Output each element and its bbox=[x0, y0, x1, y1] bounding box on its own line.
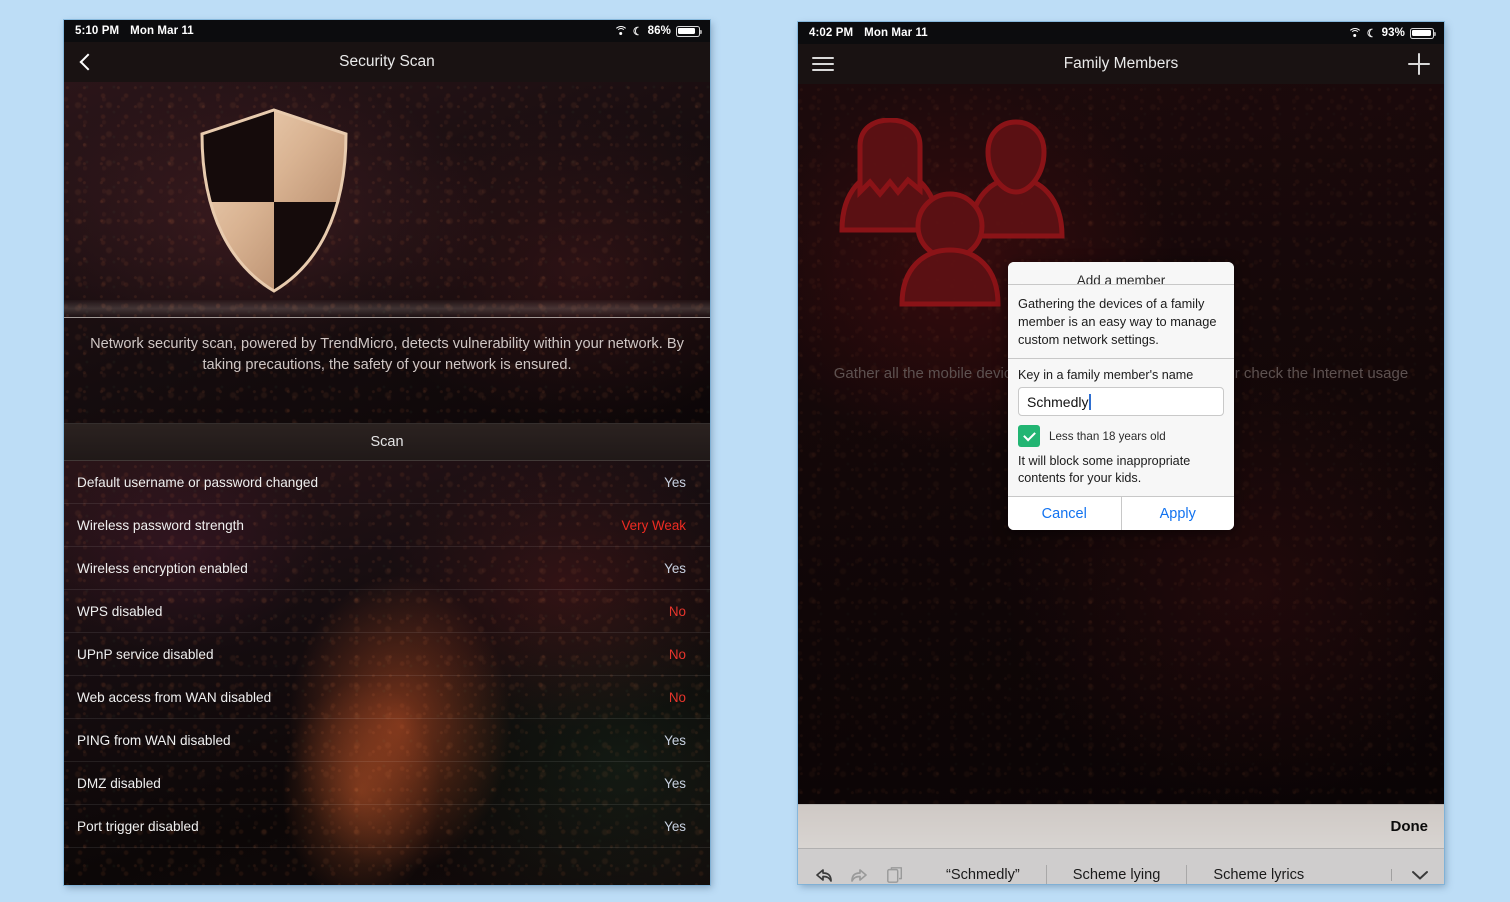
done-button[interactable]: Done bbox=[1391, 818, 1429, 835]
moon-icon: ☾ bbox=[632, 25, 643, 38]
scan-label: Wireless encryption enabled bbox=[77, 560, 248, 576]
keyboard-suggestion-bar: “Schmedly” Scheme lying Scheme lyrics bbox=[798, 848, 1444, 884]
wifi-icon bbox=[613, 25, 628, 37]
scan-value: Yes bbox=[664, 732, 686, 748]
scan-value: Very Weak bbox=[621, 517, 686, 533]
scan-value: Yes bbox=[664, 474, 686, 490]
name-input-wrapper: Schmedly bbox=[1008, 387, 1234, 425]
scan-line bbox=[64, 300, 710, 318]
scan-value: No bbox=[668, 689, 686, 705]
scan-section-header: Scan bbox=[64, 423, 710, 461]
scan-label: Port trigger disabled bbox=[77, 818, 199, 834]
member-name-input[interactable]: Schmedly bbox=[1018, 387, 1224, 416]
chevron-down-icon[interactable] bbox=[1391, 868, 1430, 881]
right-device-panel: 4:02 PM Mon Mar 11 ☾ 93% Family Members bbox=[798, 22, 1444, 884]
battery-percent: 93% bbox=[1381, 27, 1405, 39]
status-indicators: ☾ 93% bbox=[1347, 27, 1437, 40]
table-row[interactable]: UPnP service disabled No bbox=[64, 633, 710, 676]
scan-value: No bbox=[668, 646, 686, 662]
right-nav-bar: Family Members bbox=[798, 44, 1444, 84]
table-row[interactable]: Wireless encryption enabled Yes bbox=[64, 547, 710, 590]
security-hero: Network security scan, powered by TrendM… bbox=[64, 82, 710, 423]
chevron-left-icon[interactable] bbox=[78, 54, 94, 70]
status-indicators: ☾ 86% bbox=[613, 25, 703, 38]
hamburger-menu-icon[interactable] bbox=[812, 57, 834, 71]
scan-value: No bbox=[668, 603, 686, 619]
suggestion-item[interactable]: Scheme lying bbox=[1047, 864, 1188, 884]
screenshot-stage: 5:10 PM Mon Mar 11 ☾ 86% Security Scan N… bbox=[0, 0, 1510, 902]
predictive-suggestions: “Schmedly” Scheme lying Scheme lyrics bbox=[928, 864, 1391, 885]
battery-icon bbox=[676, 25, 703, 37]
scan-label: UPnP service disabled bbox=[77, 646, 214, 662]
table-row[interactable]: Default username or password changed Yes bbox=[64, 461, 710, 504]
left-device-panel: 5:10 PM Mon Mar 11 ☾ 86% Security Scan N… bbox=[64, 20, 710, 885]
checkbox-note: It will block some inappropriate content… bbox=[1008, 453, 1234, 496]
scan-label: DMZ disabled bbox=[77, 775, 161, 791]
page-title: Family Members bbox=[1063, 55, 1179, 72]
wifi-icon bbox=[1347, 27, 1362, 39]
keyboard-edit-icons bbox=[812, 865, 904, 885]
table-row[interactable]: Port trigger disabled Yes bbox=[64, 805, 710, 848]
scan-label: PING from WAN disabled bbox=[77, 732, 231, 748]
moon-icon: ☾ bbox=[1366, 27, 1377, 40]
battery-percent: 86% bbox=[647, 25, 671, 37]
keyboard-done-bar: Done bbox=[798, 804, 1444, 848]
page-title: Security Scan bbox=[339, 53, 435, 70]
table-row[interactable]: DMZ disabled Yes bbox=[64, 762, 710, 805]
cancel-button[interactable]: Cancel bbox=[1008, 497, 1121, 530]
left-nav-bar: Security Scan bbox=[64, 42, 710, 82]
right-content: Gather all the mobile devices of a famil… bbox=[798, 84, 1444, 804]
scan-label: Wireless password strength bbox=[77, 517, 244, 533]
suggestion-item[interactable]: “Schmedly” bbox=[928, 864, 1047, 884]
name-field-label: Key in a family member's name bbox=[1008, 358, 1234, 387]
status-time: 4:02 PM bbox=[809, 27, 854, 39]
table-row[interactable]: Wireless password strength Very Weak bbox=[64, 504, 710, 547]
dialog-title-text: Add a member bbox=[1076, 273, 1166, 284]
undo-icon[interactable] bbox=[812, 865, 834, 885]
scan-results-list: Default username or password changed Yes… bbox=[64, 461, 710, 885]
table-row[interactable]: PING from WAN disabled Yes bbox=[64, 719, 710, 762]
paste-icon[interactable] bbox=[886, 865, 904, 885]
status-time: 5:10 PM bbox=[75, 25, 120, 37]
text-caret bbox=[1089, 393, 1092, 410]
table-row[interactable]: Web access from WAN disabled No bbox=[64, 676, 710, 719]
battery-icon bbox=[1410, 27, 1437, 39]
age-checkbox-row[interactable]: Less than 18 years old bbox=[1008, 425, 1234, 453]
scan-value: Yes bbox=[664, 775, 686, 791]
left-content: Network security scan, powered by TrendM… bbox=[64, 82, 710, 885]
status-date: Mon Mar 11 bbox=[864, 27, 928, 39]
scan-value: Yes bbox=[664, 560, 686, 576]
scan-value: Yes bbox=[664, 818, 686, 834]
shield-icon bbox=[194, 106, 354, 296]
dialog-description: Gathering the devices of a family member… bbox=[1018, 296, 1217, 347]
dialog-title: Add a member bbox=[1008, 262, 1234, 284]
scan-label: Default username or password changed bbox=[77, 474, 319, 490]
right-status-bar: 4:02 PM Mon Mar 11 ☾ 93% bbox=[798, 22, 1444, 44]
security-description: Network security scan, powered by TrendM… bbox=[90, 336, 684, 373]
checkbox-checked-icon[interactable] bbox=[1018, 425, 1040, 447]
checkbox-label: Less than 18 years old bbox=[1049, 429, 1166, 443]
apply-button[interactable]: Apply bbox=[1120, 497, 1235, 530]
dialog-actions: Cancel Apply bbox=[1008, 496, 1234, 530]
suggestion-item[interactable]: Scheme lyrics bbox=[1187, 865, 1330, 885]
table-row[interactable]: WPS disabled No bbox=[64, 590, 710, 633]
dialog-description-section: Gathering the devices of a family member… bbox=[1008, 284, 1234, 358]
member-name-value: Schmedly bbox=[1027, 393, 1089, 410]
scan-label: WPS disabled bbox=[77, 603, 163, 619]
plus-icon[interactable] bbox=[1408, 53, 1430, 75]
redo-icon[interactable] bbox=[849, 865, 871, 885]
left-status-bar: 5:10 PM Mon Mar 11 ☾ 86% bbox=[64, 20, 710, 42]
status-date: Mon Mar 11 bbox=[130, 25, 194, 37]
add-member-dialog: Add a member Gathering the devices of a … bbox=[1008, 262, 1234, 530]
scan-label: Web access from WAN disabled bbox=[77, 689, 272, 705]
